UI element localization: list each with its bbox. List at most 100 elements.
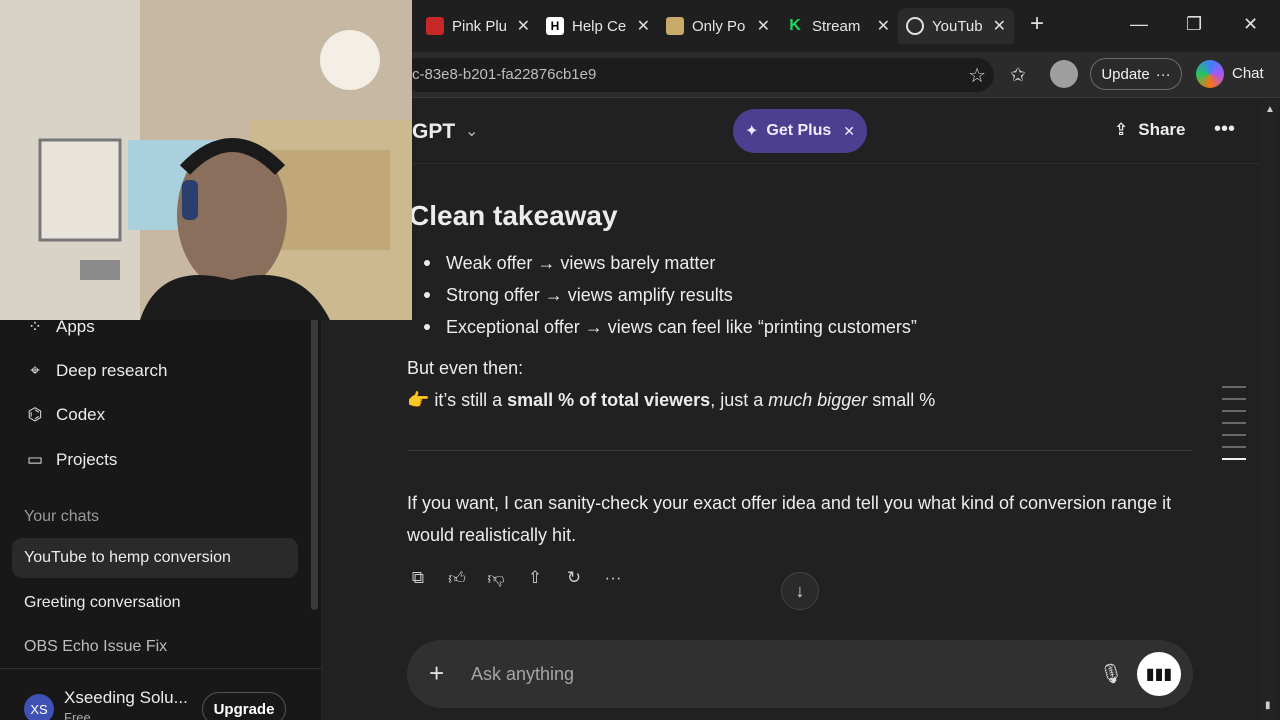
tab-label: Help Ce (572, 17, 627, 35)
page-scrollbar[interactable] (1262, 100, 1278, 720)
chevron-down-icon[interactable]: ⌄ (465, 121, 478, 141)
your-chats-heading: Your chats (24, 508, 100, 525)
favorites-icon[interactable]: ✩ (1010, 64, 1026, 87)
window-close-button[interactable]: ✕ (1243, 14, 1258, 35)
share-icon[interactable]: ⇧ (524, 568, 546, 592)
chat-item-greeting[interactable]: Greeting conversation (12, 583, 298, 623)
browser-tab-5[interactable]: YouTub ✕ (898, 8, 1014, 44)
sidebar-item-label: Projects (56, 450, 118, 469)
sidebar-scrollbar[interactable] (311, 310, 318, 610)
more-options-icon[interactable]: ••• (1214, 118, 1235, 141)
composer[interactable]: + Ask anything 🎙︎ ▮▮▮ (407, 640, 1193, 708)
copilot-chat-label[interactable]: Chat (1232, 65, 1264, 82)
webcam-overlay (0, 0, 412, 320)
codex-icon: ⌬ (27, 405, 43, 424)
user-plan: Free (64, 710, 91, 720)
message-input[interactable]: Ask anything (471, 664, 574, 685)
emphasis-pre: it’s still a (429, 390, 508, 410)
copy-icon[interactable]: ⧉ (407, 568, 429, 592)
close-icon[interactable]: ✕ (877, 16, 890, 36)
sidebar-item-deep-research[interactable]: ⌖ Deep research (24, 361, 168, 381)
scroll-up-arrow-icon[interactable]: ▲ (1265, 104, 1275, 115)
close-icon[interactable]: ✕ (517, 16, 530, 36)
restore-button[interactable]: ❐ (1186, 14, 1202, 35)
sidebar-item-projects[interactable]: ▭ Projects (24, 450, 117, 470)
address-bar[interactable]: c-83e8-b201-fa22876cb1e9 ☆ (402, 58, 994, 92)
more-icon[interactable]: ··· (602, 568, 624, 592)
header-divider (322, 163, 1260, 164)
tab-label: Pink Plu (452, 17, 508, 35)
chatgpt-logo-icon (906, 17, 924, 35)
list-item: Weak offer → views barely matter (424, 250, 917, 282)
close-icon[interactable]: ✕ (993, 16, 1006, 36)
chat-item-label: YouTube to hemp conversion (24, 549, 231, 566)
voice-mode-button[interactable]: ▮▮▮ (1137, 652, 1181, 696)
emphasis-post: small % (867, 390, 936, 410)
message-actions: ⧉ 👍︎ 👎︎ ⇧ ↻ ··· (407, 568, 624, 592)
browser-tab-2[interactable]: H Help Ce ✕ (538, 8, 658, 44)
but-even-then-text: But even then: (407, 358, 524, 378)
chat-item-youtube-hemp[interactable]: YouTube to hemp conversion (12, 538, 298, 578)
emphasis-line: 👉 it’s still a small % of total viewers,… (407, 387, 935, 413)
conversation-outline[interactable] (1222, 386, 1246, 470)
tab-favicon-icon: K (786, 17, 804, 35)
copilot-icon[interactable] (1196, 60, 1224, 88)
update-button[interactable]: Update ··· (1090, 58, 1182, 90)
profile-avatar[interactable] (1050, 60, 1078, 88)
final-message: If you want, I can sanity-check your exa… (407, 493, 1172, 545)
chat-item-label: OBS Echo Issue Fix (24, 638, 168, 655)
list-item: Strong offer → views amplify results (424, 282, 917, 314)
tab-label: Only Po (692, 17, 746, 35)
sidebar-item-label: Deep research (56, 361, 168, 380)
tab-favicon-icon (666, 17, 684, 35)
tab-favicon-icon: H (546, 17, 564, 35)
upgrade-button[interactable]: Upgrade (202, 692, 286, 720)
update-label: Update (1101, 65, 1150, 83)
sidebar-item-label: Apps (56, 317, 95, 336)
scroll-thumb[interactable]: ▮ (1265, 700, 1271, 711)
chat-item-label: Greeting conversation (24, 594, 181, 611)
webcam-feed-image (0, 0, 412, 320)
emphasis-bold: small % of total viewers (507, 390, 711, 410)
regenerate-icon[interactable]: ↻ (563, 568, 585, 592)
thumbs-up-icon[interactable]: 👍︎ (446, 568, 468, 592)
chat-item-obs-echo[interactable]: OBS Echo Issue Fix (12, 627, 298, 667)
model-selector[interactable]: GPT (412, 120, 455, 144)
sidebar-item-label: Codex (56, 405, 106, 424)
sidebar-item-apps[interactable]: ⁘ Apps (24, 317, 95, 337)
get-plus-label: Get Plus (766, 122, 832, 139)
share-label: Share (1138, 120, 1186, 139)
user-name[interactable]: Xseeding Solu... (64, 688, 188, 708)
close-icon[interactable]: ✕ (757, 16, 770, 36)
sidebar-item-codex[interactable]: ⌬ Codex (24, 405, 106, 425)
close-icon[interactable]: ✕ (843, 123, 855, 140)
share-icon: ⇪ (1114, 120, 1129, 139)
emphasis-italic: much bigger (768, 390, 868, 410)
section-heading: Clean takeaway (409, 200, 618, 231)
browser-tab-4[interactable]: K Stream ✕ (778, 8, 898, 44)
url-text: c-83e8-b201-fa22876cb1e9 (412, 66, 597, 83)
browser-tab-1[interactable]: Pink Plu ✕ (418, 8, 538, 44)
new-tab-button[interactable]: + (1030, 10, 1044, 38)
share-button[interactable]: ⇪ Share (1114, 120, 1186, 140)
apps-icon: ⁘ (27, 317, 43, 336)
get-plus-button[interactable]: ✦ Get Plus ✕ (733, 109, 867, 153)
tab-label: Stream (812, 17, 861, 35)
minimize-button[interactable]: — (1130, 14, 1148, 35)
takeaway-list: Weak offer → views barely matter Strong … (424, 250, 917, 346)
browser-tab-3[interactable]: Only Po ✕ (658, 8, 778, 44)
avatar[interactable]: XS (24, 694, 54, 720)
star-icon[interactable]: ☆ (968, 63, 986, 88)
thumbs-down-icon[interactable]: 👎︎ (485, 568, 507, 592)
more-icon: ··· (1155, 65, 1171, 83)
sparkle-icon: ✦ (744, 123, 759, 140)
telescope-icon: ⌖ (30, 361, 40, 380)
close-icon[interactable]: ✕ (637, 16, 650, 36)
list-item: Exceptional offer → views can feel like … (424, 314, 917, 346)
tab-favicon-icon (426, 17, 444, 35)
plus-icon[interactable]: + (429, 658, 444, 689)
scroll-down-button[interactable]: ↓ (781, 572, 819, 610)
microphone-icon[interactable]: 🎙︎ (1099, 662, 1123, 686)
content-divider (407, 450, 1193, 451)
emphasis-mid: , just a (710, 390, 769, 410)
